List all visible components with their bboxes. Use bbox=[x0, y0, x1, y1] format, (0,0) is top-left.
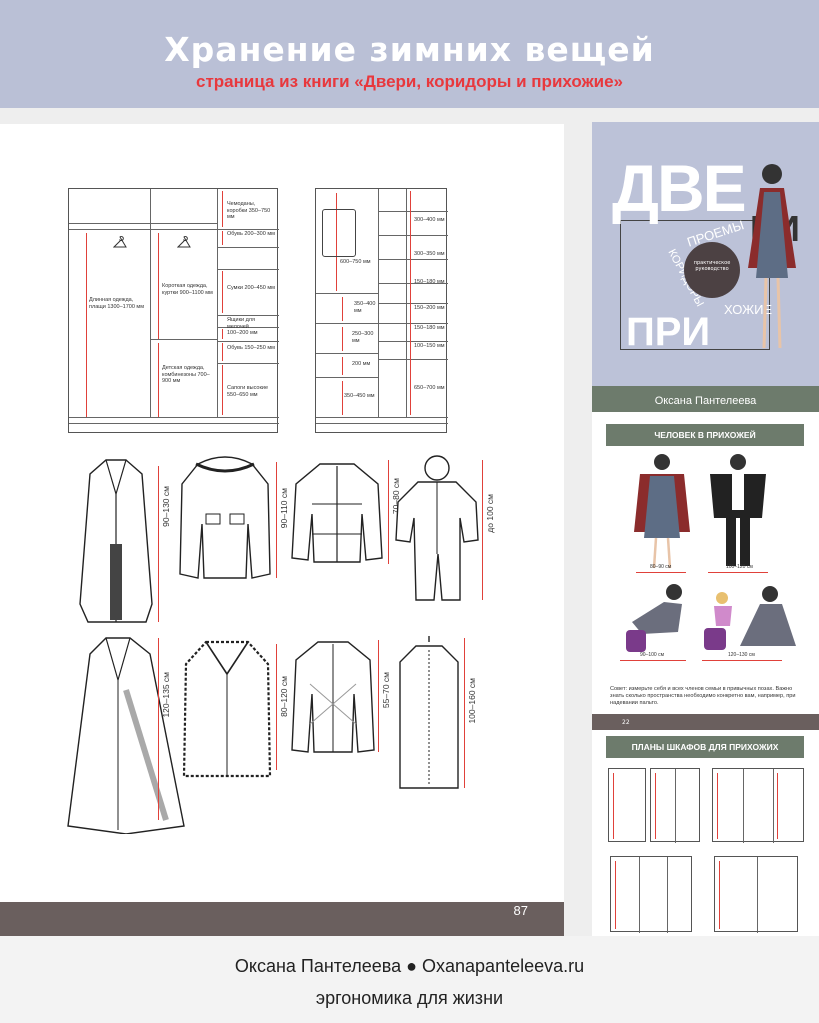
mother-child-illustration bbox=[704, 586, 796, 650]
garment-bag-illustration bbox=[399, 636, 459, 789]
wardrobe-label: 350–450 мм bbox=[344, 393, 375, 399]
section-banner: ПЛАНЫ ШКАФОВ ДЛЯ ПРИХОЖИХ bbox=[606, 736, 804, 758]
book-page-22: ЧЕЛОВЕК В ПРИХОЖЕЙ 80–90 см 100–120 см 9… bbox=[592, 412, 819, 730]
trench-coat-illustration bbox=[67, 637, 185, 834]
wardrobe-label: Обувь 200–300 мм bbox=[227, 231, 275, 237]
hanger-icon bbox=[177, 236, 191, 248]
quilted-jacket-illustration bbox=[291, 641, 375, 753]
book-page-87: Длинная одежда, плащи 1300–1700 мм Корот… bbox=[0, 124, 564, 936]
dimension-label: 90–110 см bbox=[279, 488, 289, 529]
wardrobe-label: 650–700 мм bbox=[414, 385, 445, 391]
wardrobe-plan-mini bbox=[714, 856, 798, 933]
woman-coat-illustration bbox=[634, 454, 690, 569]
dimension-label: 120–135 см bbox=[161, 672, 171, 718]
wardrobe-label: 100–150 мм bbox=[414, 343, 445, 349]
seated-woman-illustration bbox=[626, 584, 682, 652]
wardrobe-label: Длинная одежда, плащи 1300–1700 мм bbox=[89, 297, 144, 310]
page-subtitle: страница из книги «Двери, коридоры и при… bbox=[196, 72, 623, 91]
hanger-icon bbox=[113, 236, 127, 248]
wardrobe-label: Обувь 150–250 мм bbox=[227, 345, 275, 351]
parka-illustration bbox=[179, 456, 271, 579]
man-jacket-illustration bbox=[710, 454, 766, 566]
cover-title-part1: ДВЕ bbox=[612, 151, 747, 225]
wardrobe-label: 300–400 мм bbox=[414, 217, 445, 223]
page-footer: Оксана Пантелеева ● Oxanapanteleeva.ru э… bbox=[0, 936, 819, 1023]
footer-tagline: эргономика для жизни bbox=[315, 988, 504, 1008]
wardrobe-label: Ящики для мелочей bbox=[227, 317, 255, 330]
dimension-label: 90–100 см bbox=[640, 652, 665, 658]
wardrobe-label: 100–200 мм bbox=[227, 330, 258, 336]
cover-title-part3: ПРИ bbox=[626, 310, 711, 354]
book-page-plans: ПЛАНЫ ШКАФОВ ДЛЯ ПРИХОЖИХ bbox=[592, 730, 819, 936]
dimension-label: 80–120 см bbox=[279, 676, 289, 717]
wardrobe-label: 200 мм bbox=[352, 361, 371, 367]
long-coat-illustration bbox=[79, 459, 153, 623]
dimension-label: 100–120 см bbox=[726, 564, 753, 570]
page-title: Хранение зимних вещей bbox=[164, 30, 655, 69]
wardrobe-label: Короткая одежда, куртки 900–1100 мм bbox=[162, 283, 213, 296]
kids-overall-illustration bbox=[395, 455, 479, 601]
wardrobe-plan-mini bbox=[610, 856, 692, 933]
header: Хранение зимних вещей страница из книги … bbox=[0, 0, 819, 108]
book-cover: ДВЕ РИ ПРОЕМЫ КОРИДОРЫ ХОЖИЕ практическо… bbox=[592, 122, 819, 412]
wardrobe-label: 150–180 мм bbox=[414, 279, 445, 285]
page-footer-bar bbox=[0, 902, 564, 936]
wardrobe-label: Чемоданы, коробки 350–750 мм bbox=[227, 201, 271, 220]
dimension-label: 80–90 см bbox=[650, 564, 672, 570]
fur-coat-illustration bbox=[182, 640, 272, 778]
suitcase-icon bbox=[322, 209, 356, 257]
dimension-label: 55–70 см bbox=[381, 672, 391, 709]
wardrobe-label: Сумки 200–450 мм bbox=[227, 285, 275, 291]
wardrobe-label: 150–200 мм bbox=[414, 305, 445, 311]
wardrobe-plan-right: 600–750 мм 350–400 мм 250–300 мм 200 мм … bbox=[315, 188, 448, 433]
wardrobe-label: 350–400 мм bbox=[354, 301, 376, 314]
wardrobe-label: 300–350 мм bbox=[414, 251, 445, 257]
wardrobe-plan-mini bbox=[712, 768, 804, 843]
wardrobe-label: 150–180 мм bbox=[414, 325, 445, 331]
wardrobe-label: Детская одежда, комбинезоны 700–900 мм bbox=[162, 365, 210, 384]
dimension-label: 120–130 см bbox=[728, 652, 755, 658]
cover-guide-text: практическое руководство bbox=[693, 260, 731, 272]
dimension-label: 90–130 см bbox=[161, 486, 171, 527]
woman-figure-illustration bbox=[748, 164, 796, 349]
wardrobe-plan-mini bbox=[650, 768, 700, 843]
section-banner: ЧЕЛОВЕК В ПРИХОЖЕЙ bbox=[606, 424, 804, 446]
wardrobe-label: 600–750 мм bbox=[340, 259, 371, 265]
page-number: 87 bbox=[513, 903, 528, 918]
wardrobe-label: Сапоги высокие 550–650 мм bbox=[227, 385, 269, 398]
cover-author: Оксана Пантелеева bbox=[654, 395, 757, 407]
wardrobe-plan-left: Длинная одежда, плащи 1300–1700 мм Корот… bbox=[68, 188, 279, 433]
dimension-label: 100–160 см bbox=[467, 678, 477, 724]
dimension-label: до 100 см bbox=[485, 494, 495, 533]
advice-note: Совет: измерьте себя и всех членов семьи… bbox=[610, 686, 796, 706]
footer-author-site: Оксана Пантелеева ● Oxanapanteleeva.ru bbox=[234, 956, 585, 976]
page-number: 22 bbox=[622, 719, 630, 726]
wardrobe-label: 250–300 мм bbox=[352, 331, 374, 344]
down-jacket-illustration bbox=[291, 463, 383, 563]
wardrobe-plan-mini bbox=[608, 768, 646, 842]
